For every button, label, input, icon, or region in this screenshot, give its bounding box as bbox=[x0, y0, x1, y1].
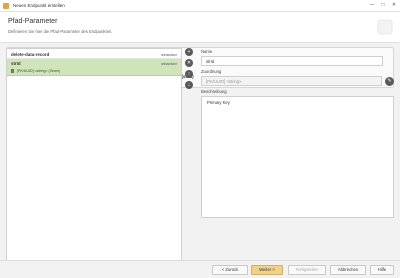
help-button[interactable]: Hilfe bbox=[370, 265, 394, 275]
close-button[interactable]: ✕ bbox=[390, 2, 398, 9]
key-icon bbox=[11, 69, 14, 73]
window-title: Neuen Endpunkt erstellen bbox=[13, 3, 65, 8]
wizard-header: Pfad-Parameter Definieren Sie hier die P… bbox=[0, 12, 400, 42]
wizard-icon bbox=[377, 19, 393, 35]
add-icon[interactable]: + bbox=[185, 48, 193, 56]
title-bar: Neuen Endpunkt erstellen — □ ✕ bbox=[0, 0, 400, 12]
param-type-label: [PK/UUID] <string> (Given) bbox=[17, 69, 61, 73]
params-panel: delete-data-record unhandanr strId unhan… bbox=[6, 48, 182, 262]
param-kind: unhandanr bbox=[160, 61, 177, 66]
move-up-icon[interactable]: ↑ bbox=[185, 70, 193, 78]
param-row[interactable]: strId unhandanr [PK/UUID] <string> (Give… bbox=[7, 59, 181, 76]
back-button[interactable]: < Zurück bbox=[212, 265, 248, 275]
minimize-button[interactable]: — bbox=[368, 2, 376, 9]
description-field[interactable]: Primary Key bbox=[201, 96, 394, 218]
param-type: [PK/UUID] <string> (Given) bbox=[11, 69, 60, 73]
param-actions: + ✕ ↑ ↓ bbox=[185, 48, 195, 92]
param-name: strId bbox=[11, 61, 21, 66]
type-field: [PK/UUID] <string> bbox=[201, 76, 383, 86]
description-label: Beschreibung bbox=[201, 89, 227, 94]
edit-icon[interactable]: ✎ bbox=[385, 76, 394, 86]
type-label: Zuordnung bbox=[201, 69, 222, 74]
params-panel-title: delete-data-record bbox=[11, 52, 50, 57]
next-button[interactable]: Weiter > bbox=[251, 265, 283, 275]
remove-icon[interactable]: ✕ bbox=[185, 59, 193, 67]
move-down-icon[interactable]: ↓ bbox=[185, 81, 193, 89]
app-icon bbox=[3, 2, 9, 9]
page-description: Definieren Sie hier die Pfad-Parameter d… bbox=[8, 29, 113, 34]
params-panel-header: delete-data-record unhandanr bbox=[7, 49, 181, 59]
wizard-footer: < Zurück Weiter > Fertigstellen Abbreche… bbox=[0, 260, 400, 278]
params-panel-kind: unhandanr bbox=[160, 52, 177, 57]
name-label: Name bbox=[201, 49, 213, 54]
name-field[interactable]: strId bbox=[201, 56, 383, 66]
param-detail: Name strId Zuordnung [PK/UUID] <string> … bbox=[201, 49, 394, 218]
finish-button[interactable]: Fertigstellen bbox=[288, 265, 326, 275]
maximize-button[interactable]: □ bbox=[379, 2, 387, 9]
cancel-button[interactable]: Abbrechen bbox=[330, 265, 366, 275]
page-title: Pfad-Parameter bbox=[8, 18, 58, 25]
